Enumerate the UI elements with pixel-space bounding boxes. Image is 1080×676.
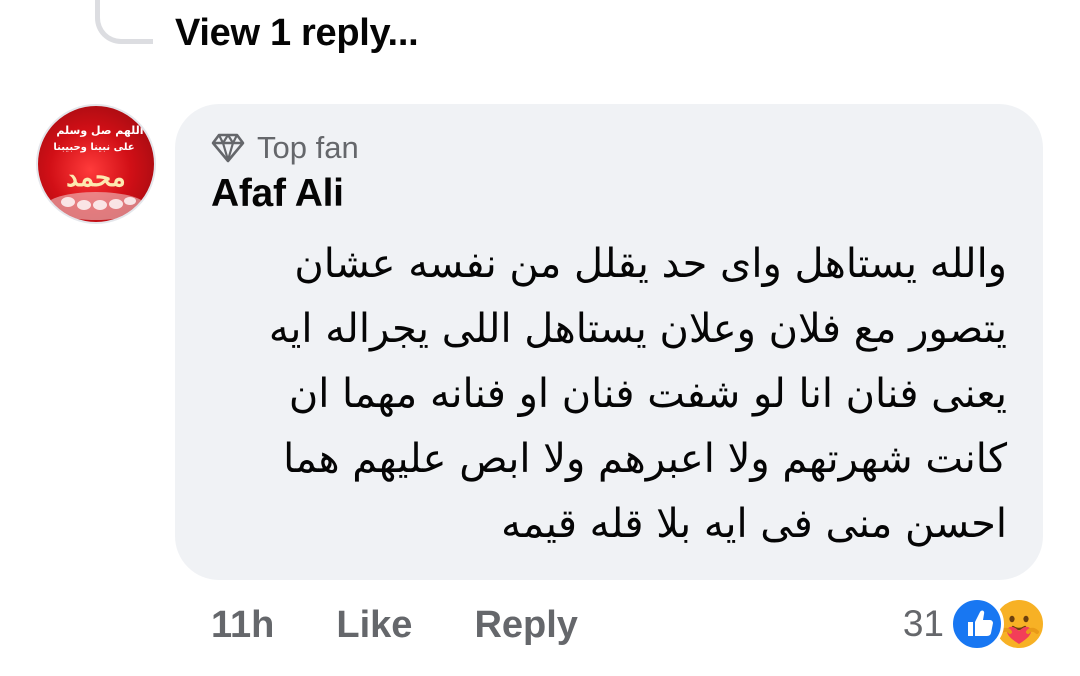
reaction-count: 31 xyxy=(902,603,944,644)
thread-connector-line xyxy=(95,0,153,44)
reply-button[interactable]: Reply xyxy=(474,604,577,647)
avatar-image: اللهم صل وسلم على نبينا وحبيبنا محمد xyxy=(46,124,146,220)
timestamp-link[interactable]: 11h xyxy=(211,604,274,647)
top-fan-badge: Top fan xyxy=(211,130,359,166)
author-name[interactable]: Afaf Ali xyxy=(211,172,344,216)
badge-label: Top fan xyxy=(257,130,359,165)
reactions-summary[interactable]: 31 xyxy=(903,597,1046,651)
comment-text: والله يستاهل واى حد يقلل من نفسه عشان يت… xyxy=(268,241,1007,547)
avatar-text-line-3: محمد xyxy=(66,163,125,193)
like-button[interactable]: Like xyxy=(336,604,412,647)
comment-bubble: Top fan Afaf Ali والله يستاهل واى حد يقل… xyxy=(175,104,1043,580)
comment-actions: 11h Like Reply xyxy=(211,604,578,647)
diamond-icon xyxy=(211,133,245,163)
avatar[interactable]: اللهم صل وسلم على نبينا وحبيبنا محمد xyxy=(36,104,156,224)
avatar-text-line-1: اللهم صل وسلم xyxy=(56,124,143,137)
avatar-text-line-2: على نبينا وحبيبنا xyxy=(53,142,134,153)
like-icon xyxy=(950,597,1004,651)
view-replies-link[interactable]: View 1 reply... xyxy=(175,12,419,55)
